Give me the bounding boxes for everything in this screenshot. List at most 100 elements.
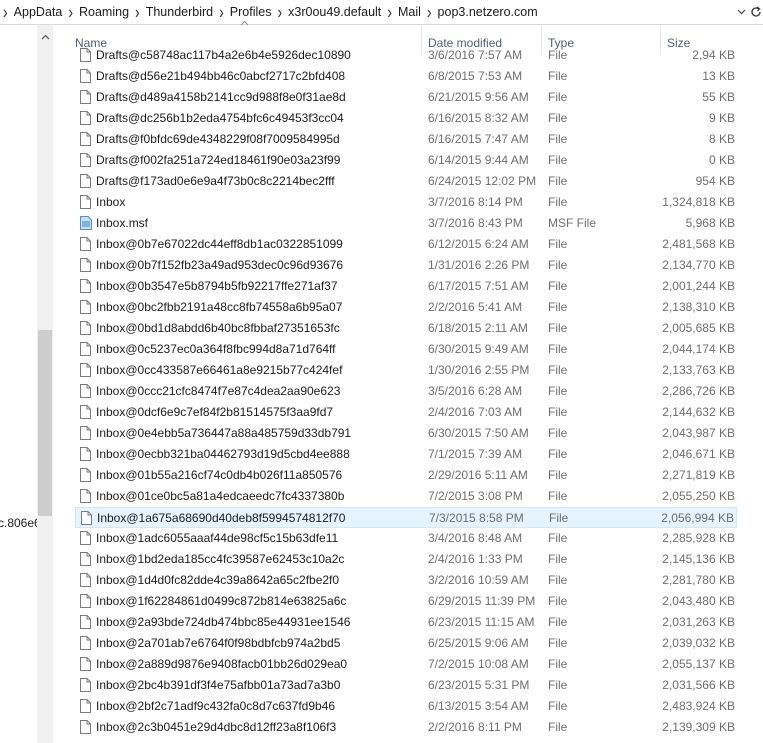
- file-icon: [80, 405, 91, 419]
- file-icon: [80, 447, 91, 461]
- file-size: 2,001,244 KB: [662, 279, 735, 293]
- file-name: Drafts@d56e21b494bb46c0abcf2717c2bfd408: [96, 69, 346, 83]
- file-row[interactable]: Inbox@1adc6055aaaf44de98cf5c15b63dfe11 3/…: [75, 528, 737, 549]
- file-row[interactable]: Inbox@2a93bde724db474bbc85e44931ee1546 6/…: [75, 612, 737, 633]
- file-row[interactable]: Inbox@1bd2eda185cc4fc39587e62453c10a2c 2/…: [75, 549, 737, 570]
- file-row[interactable]: Drafts@d489a4158b2141cc9d988f8e0f31ae8d 6…: [75, 87, 737, 108]
- breadcrumb-separator-icon[interactable]: ›: [0, 2, 11, 23]
- file-size: 55 KB: [702, 90, 735, 104]
- breadcrumb-item[interactable]: x3r0ou49.default: [285, 5, 384, 19]
- file-icon: [80, 552, 91, 566]
- file-row[interactable]: Inbox@01ce0bc5a81a4edcaeedc7fc4337380b 7/…: [75, 486, 737, 507]
- file-date-modified: 3/6/2016 7:57 AM: [428, 48, 523, 62]
- file-size: 2,031,263 KB: [662, 615, 735, 629]
- file-icon: [80, 699, 91, 713]
- scroll-up-arrow-icon[interactable]: [37, 29, 53, 45]
- file-icon: [80, 69, 91, 83]
- file-name: Drafts@d489a4158b2141cc9d988f8e0f31ae8d: [96, 90, 346, 104]
- file-icon: [80, 615, 91, 629]
- breadcrumb-item[interactable]: Mail: [395, 5, 424, 19]
- file-row[interactable]: Drafts@f173ad0e6e9a4f73b0c8c2214bec2fff 6…: [75, 171, 737, 192]
- file-row[interactable]: Inbox@0c5237ec0a364f8fbc994d8a71d764ff 6/…: [75, 339, 737, 360]
- breadcrumb-separator-icon[interactable]: ›: [132, 2, 143, 23]
- file-name: Inbox@1d4d0fc82dde4c39a8642a65c2fbe2f0: [96, 573, 340, 587]
- file-date-modified: 2/2/2016 5:41 AM: [428, 300, 523, 314]
- file-type: File: [548, 90, 568, 104]
- file-date-modified: 3/2/2016 10:59 AM: [428, 573, 529, 587]
- breadcrumb-separator-icon[interactable]: ›: [384, 2, 395, 23]
- file-row[interactable]: Drafts@d56e21b494bb46c0abcf2717c2bfd408 6…: [75, 66, 737, 87]
- file-type: File: [548, 279, 568, 293]
- file-icon: [80, 363, 91, 377]
- file-row[interactable]: Inbox@2c3b0451e29d4dbc8d12ff23a8f106f3 2/…: [75, 717, 737, 738]
- file-row[interactable]: Inbox@2bc4b391df3f4e75afbb01a73ad7a3b0 6/…: [75, 675, 737, 696]
- file-name: Inbox: [96, 195, 126, 209]
- breadcrumb-item[interactable]: Thunderbird: [143, 5, 216, 19]
- file-row[interactable]: Drafts@c58748ac117b4a2e6b4e5926dec10890 3…: [75, 46, 737, 66]
- file-date-modified: 1/30/2016 2:55 PM: [428, 363, 530, 377]
- file-name: Inbox@2bc4b391df3f4e75afbb01a73ad7a3b0: [96, 678, 341, 692]
- file-row[interactable]: Inbox@0e4ebb5a736447a88a485759d33db791 6/…: [75, 423, 737, 444]
- file-row[interactable]: Inbox@0ccc21cfc8474f7e87c4dea2aa90e623 3/…: [75, 381, 737, 402]
- file-date-modified: 6/14/2015 9:44 AM: [428, 153, 529, 167]
- file-row[interactable]: Inbox@01b55a216cf74c0db4b026f11a850576 2/…: [75, 465, 737, 486]
- file-size: 2,044,174 KB: [662, 342, 735, 356]
- file-icon: [80, 594, 91, 608]
- nav-item-partial[interactable]: c.806e6: [0, 516, 41, 530]
- file-row[interactable]: Drafts@dc256b1b2eda4754bfc6c49453f3cc04 6…: [75, 108, 737, 129]
- file-row[interactable]: Inbox@0bc2fbb2191a48cc8fb74558a6b95a07 2/…: [75, 297, 737, 318]
- breadcrumb-separator-icon[interactable]: ›: [216, 2, 227, 23]
- file-size: 2,481,568 KB: [662, 237, 735, 251]
- address-bar[interactable]: › AppData › Roaming › Thunderbird › Profiles › x3…: [0, 0, 763, 25]
- file-icon: [80, 468, 91, 482]
- file-size: 2,134,770 KB: [662, 258, 735, 272]
- breadcrumb-separator-icon[interactable]: ›: [424, 2, 435, 23]
- file-row[interactable]: Inbox@0b7f152fb23a49ad953dec0c96d93676 1/…: [75, 255, 737, 276]
- file-row[interactable]: Inbox@0dcf6e9c7ef84f2b81514575f3aa9fd7 2/…: [75, 402, 737, 423]
- file-row[interactable]: Inbox@0cc433587e66461a8e9215b77c424fef 1/…: [75, 360, 737, 381]
- refresh-icon[interactable]: [748, 0, 763, 24]
- file-name: Inbox@0b7e67022dc44eff8db1ac0322851099: [96, 237, 343, 251]
- file-row[interactable]: Drafts@f0bfdc69de4348229f08f7009584995d 6…: [75, 129, 737, 150]
- file-date-modified: 2/4/2016 7:03 AM: [428, 405, 523, 419]
- file-row[interactable]: Inbox@1a675a68690d40deb8f5994574812f70 7/…: [75, 507, 737, 528]
- breadcrumb-item[interactable]: pop3.netzero.com: [435, 5, 541, 19]
- breadcrumb-separator-icon[interactable]: ›: [65, 2, 76, 23]
- file-type: File: [548, 111, 568, 125]
- file-size: 5,968 KB: [685, 216, 735, 230]
- file-row[interactable]: Inbox@0ecbb321ba04462793d19d5cbd4ee888 7/…: [75, 444, 737, 465]
- breadcrumb-item[interactable]: Roaming: [76, 5, 132, 19]
- breadcrumb-item[interactable]: Profiles: [227, 5, 275, 19]
- file-row[interactable]: Inbox@0b3547e5b8794b5fb92217ffe271af37 6/…: [75, 276, 737, 297]
- file-row[interactable]: Inbox@1f62284861d0499c872b814e63825a6c 6/…: [75, 591, 737, 612]
- file-date-modified: 7/2/2015 3:08 PM: [428, 489, 523, 503]
- file-name: Inbox@0ecbb321ba04462793d19d5cbd4ee888: [96, 447, 350, 461]
- file-date-modified: 6/24/2015 12:02 PM: [428, 174, 537, 188]
- file-type: File: [548, 552, 568, 566]
- file-row[interactable]: Inbox@2a701ab7e6764f0f98bdbfcb974a2bd5 6/…: [75, 633, 737, 654]
- nav-pane-scrollbar[interactable]: [37, 25, 53, 743]
- scroll-thumb[interactable]: [38, 330, 52, 516]
- file-size: 2,056,994 KB: [661, 511, 734, 525]
- file-date-modified: 3/5/2016 6:28 AM: [428, 384, 523, 398]
- file-row[interactable]: Inbox@2a889d9876e9408facb01bb26d029ea0 7/…: [75, 654, 737, 675]
- chevron-down-icon[interactable]: [735, 0, 747, 24]
- file-date-modified: 3/7/2016 8:43 PM: [428, 216, 523, 230]
- file-type: File: [548, 447, 568, 461]
- breadcrumb-separator-icon[interactable]: ›: [274, 2, 285, 23]
- file-name: Inbox@1a675a68690d40deb8f5994574812f70: [97, 511, 346, 525]
- file-row[interactable]: Inbox@0bd1d8abdd6b40bc8fbbaf27351653fc 6/…: [75, 318, 737, 339]
- file-row[interactable]: Inbox@2bf2c71adf9c432fa0c8d7c637fd9b46 6/…: [75, 696, 737, 717]
- file-row[interactable]: Inbox 3/7/2016 8:14 PM File 1,324,818 KB: [75, 192, 737, 213]
- breadcrumb-item[interactable]: AppData: [11, 5, 66, 19]
- file-type: File: [548, 300, 568, 314]
- file-row[interactable]: Inbox@0b7e67022dc44eff8db1ac0322851099 6/…: [75, 234, 737, 255]
- file-row[interactable]: Inbox.msf 3/7/2016 8:43 PM MSF File 5,968 K…: [75, 213, 737, 234]
- file-row[interactable]: Drafts@f002fa251a724ed18461f90e03a23f99 6…: [75, 150, 737, 171]
- file-type: File: [548, 720, 568, 734]
- file-row[interactable]: Inbox@1d4d0fc82dde4c39a8642a65c2fbe2f0 3/…: [75, 570, 737, 591]
- file-size: 9 KB: [708, 111, 735, 125]
- file-icon: [80, 342, 91, 356]
- file-date-modified: 6/12/2015 6:24 AM: [428, 237, 529, 251]
- file-type: File: [548, 468, 568, 482]
